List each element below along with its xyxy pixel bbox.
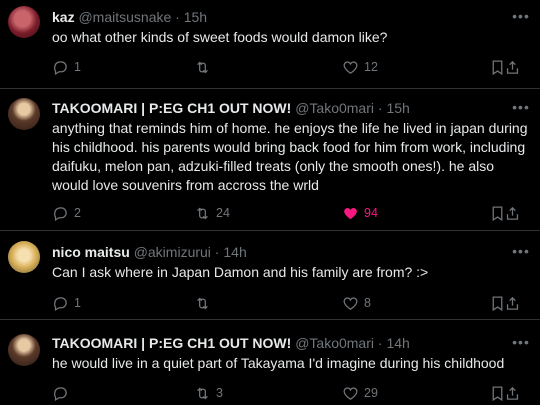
- retweet-count: 24: [216, 206, 230, 220]
- timestamp[interactable]: 15h: [386, 100, 409, 116]
- more-horizontal-icon[interactable]: •••: [512, 7, 530, 25]
- tweet-tako0mari[interactable]: TAKOOMARI | P:EG CH1 OUT NOW! @Tako0mari…: [0, 89, 540, 230]
- separator: ·: [374, 100, 387, 116]
- tweet-text: oo what other kinds of sweet foods would…: [52, 29, 388, 45]
- heart-icon: [343, 296, 358, 310]
- share-button[interactable]: [504, 294, 526, 312]
- share-button[interactable]: [504, 204, 526, 222]
- display-name[interactable]: kaz: [52, 9, 75, 25]
- like-count: 12: [364, 60, 378, 74]
- separator: ·: [374, 335, 387, 351]
- reply-button[interactable]: 1: [52, 58, 81, 76]
- retweet-count: 3: [216, 386, 223, 400]
- more-horizontal-icon[interactable]: •••: [512, 242, 530, 260]
- more-horizontal-icon[interactable]: •••: [512, 98, 530, 116]
- display-name[interactable]: nico maitsu: [52, 244, 130, 260]
- reply-icon: [54, 206, 67, 221]
- display-name[interactable]: TAKOOMARI | P:EG CH1 OUT NOW!: [52, 100, 291, 116]
- share-icon: [506, 296, 519, 310]
- reply-button[interactable]: 1: [52, 294, 81, 312]
- avatar[interactable]: [8, 334, 40, 366]
- like-count: 8: [364, 296, 371, 310]
- retweet-icon: [197, 61, 208, 73]
- tweet-text: he would live in a quiet part of Takayam…: [52, 355, 505, 371]
- reply-icon: [54, 60, 67, 75]
- timestamp[interactable]: 14h: [223, 244, 246, 260]
- heart-icon: [344, 207, 357, 219]
- handle[interactable]: @Tako0mari: [295, 335, 374, 351]
- like-count: 29: [364, 386, 378, 400]
- separator: ·: [171, 9, 184, 25]
- reply-button[interactable]: 2: [52, 204, 81, 222]
- reply-count: 1: [74, 296, 81, 310]
- avatar[interactable]: [8, 98, 40, 130]
- retweet-button[interactable]: 3: [194, 384, 223, 402]
- handle[interactable]: @akimizurui: [134, 244, 211, 260]
- reply-icon: [54, 386, 67, 401]
- heart-icon: [343, 60, 358, 74]
- timestamp[interactable]: 14h: [386, 335, 409, 351]
- display-name[interactable]: TAKOOMARI | P:EG CH1 OUT NOW!: [52, 335, 291, 351]
- share-icon: [506, 386, 519, 400]
- timestamp[interactable]: 15h: [184, 9, 207, 25]
- retweet-icon: [197, 387, 208, 399]
- retweet-button[interactable]: 24: [194, 204, 230, 222]
- more-horizontal-icon[interactable]: •••: [512, 333, 530, 351]
- like-button[interactable]: 8: [342, 294, 371, 312]
- share-button[interactable]: [504, 58, 526, 76]
- reply-icon: [54, 296, 67, 311]
- like-button[interactable]: 12: [342, 58, 378, 76]
- share-button[interactable]: [504, 384, 526, 402]
- avatar[interactable]: [8, 6, 40, 38]
- like-button[interactable]: 94: [342, 204, 378, 222]
- share-icon: [506, 206, 519, 220]
- reply-count: 2: [74, 206, 81, 220]
- tweet-nico-maitsu[interactable]: nico maitsu @akimizurui · 14h ••• Can I …: [0, 231, 540, 319]
- retweet-button[interactable]: [194, 58, 216, 76]
- retweet-button[interactable]: [194, 294, 216, 312]
- separator: ·: [210, 244, 224, 260]
- tweet-tako0mari-reply[interactable]: TAKOOMARI | P:EG CH1 OUT NOW! @Tako0mari…: [0, 320, 540, 405]
- like-button[interactable]: 29: [342, 384, 378, 402]
- share-icon: [506, 60, 519, 74]
- retweet-icon: [197, 207, 208, 219]
- retweet-icon: [197, 297, 208, 309]
- heart-icon: [343, 386, 358, 400]
- reply-count: 1: [74, 60, 81, 74]
- like-count: 94: [364, 206, 378, 220]
- avatar[interactable]: [8, 241, 40, 273]
- tweet-kaz[interactable]: kaz @maitsusnake · 15h ••• oo what other…: [0, 0, 540, 88]
- reply-button[interactable]: [52, 384, 74, 402]
- handle[interactable]: @maitsusnake: [78, 9, 171, 25]
- tweet-text: Can I ask where in Japan Damon and his f…: [52, 264, 429, 280]
- tweet-text: anything that reminds him of home. he en…: [52, 120, 528, 193]
- handle[interactable]: @Tako0mari: [295, 100, 374, 116]
